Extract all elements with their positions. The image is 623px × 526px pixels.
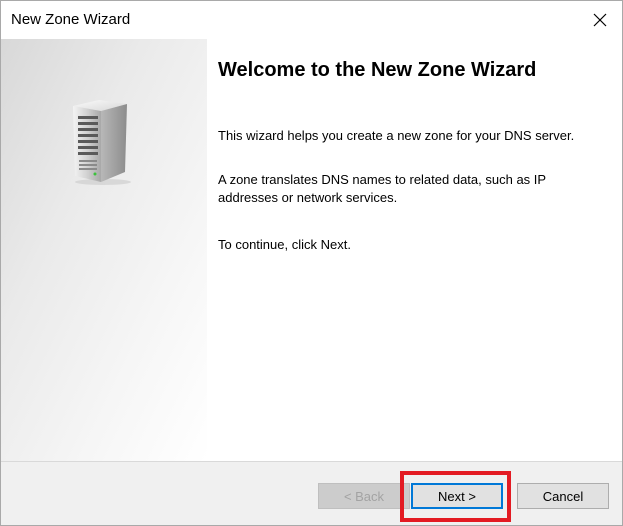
description-text: A zone translates DNS names to related d…: [218, 172, 546, 205]
back-button[interactable]: < Back: [318, 483, 410, 509]
wizard-window: New Zone Wizard Welcome to the New Zone …: [0, 0, 623, 526]
cancel-button[interactable]: Cancel: [517, 483, 609, 509]
page-title: Welcome to the New Zone Wizard: [218, 59, 537, 81]
instruction-text: To continue, click Next.: [218, 237, 351, 252]
wizard-side-panel: [1, 39, 207, 461]
server-icon: [73, 100, 131, 185]
wizard-content: Welcome to the New Zone Wizard This wiza…: [207, 39, 622, 461]
intro-text: This wizard helps you create a new zone …: [218, 128, 575, 143]
close-button[interactable]: [578, 1, 622, 39]
next-button[interactable]: Next >: [411, 483, 503, 509]
button-bar: < Back Next > Cancel: [1, 461, 622, 525]
title-bar: New Zone Wizard: [1, 1, 622, 39]
window-title: New Zone Wizard: [11, 11, 131, 28]
close-icon: [593, 13, 607, 27]
